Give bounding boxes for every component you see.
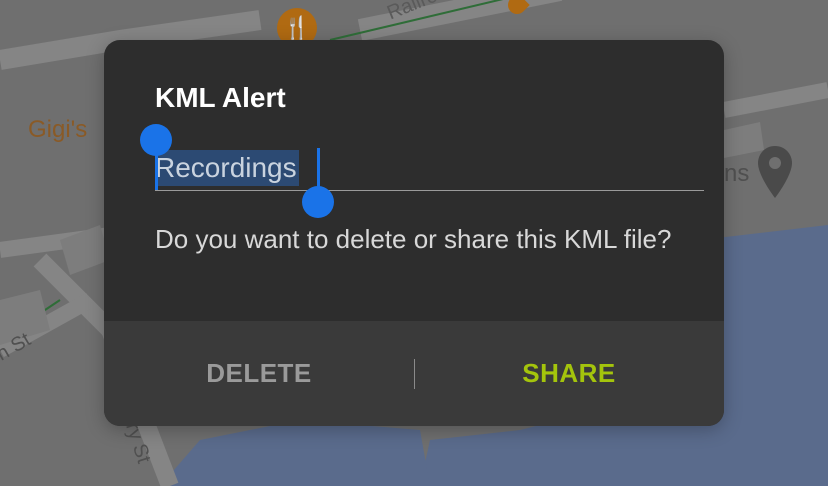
kml-alert-dialog: KML Alert Recordings Do you want to dele… [104, 40, 724, 426]
kml-name-input[interactable] [155, 148, 704, 188]
share-button[interactable]: SHARE [414, 321, 724, 426]
map-label-gigis[interactable]: Gigi's [28, 116, 87, 144]
selection-start-handle[interactable] [140, 124, 172, 156]
location-pin-icon[interactable] [756, 144, 794, 200]
dialog-message: Do you want to delete or share this KML … [155, 224, 672, 254]
dialog-title: KML Alert [155, 82, 286, 113]
dialog-actions: DELETE SHARE [104, 321, 724, 426]
selection-end-cursor [317, 148, 320, 190]
kml-name-field[interactable]: Recordings [140, 124, 704, 218]
map-label-partial: ns [724, 160, 750, 187]
delete-button[interactable]: DELETE [104, 321, 414, 426]
selection-end-handle[interactable] [302, 186, 334, 218]
